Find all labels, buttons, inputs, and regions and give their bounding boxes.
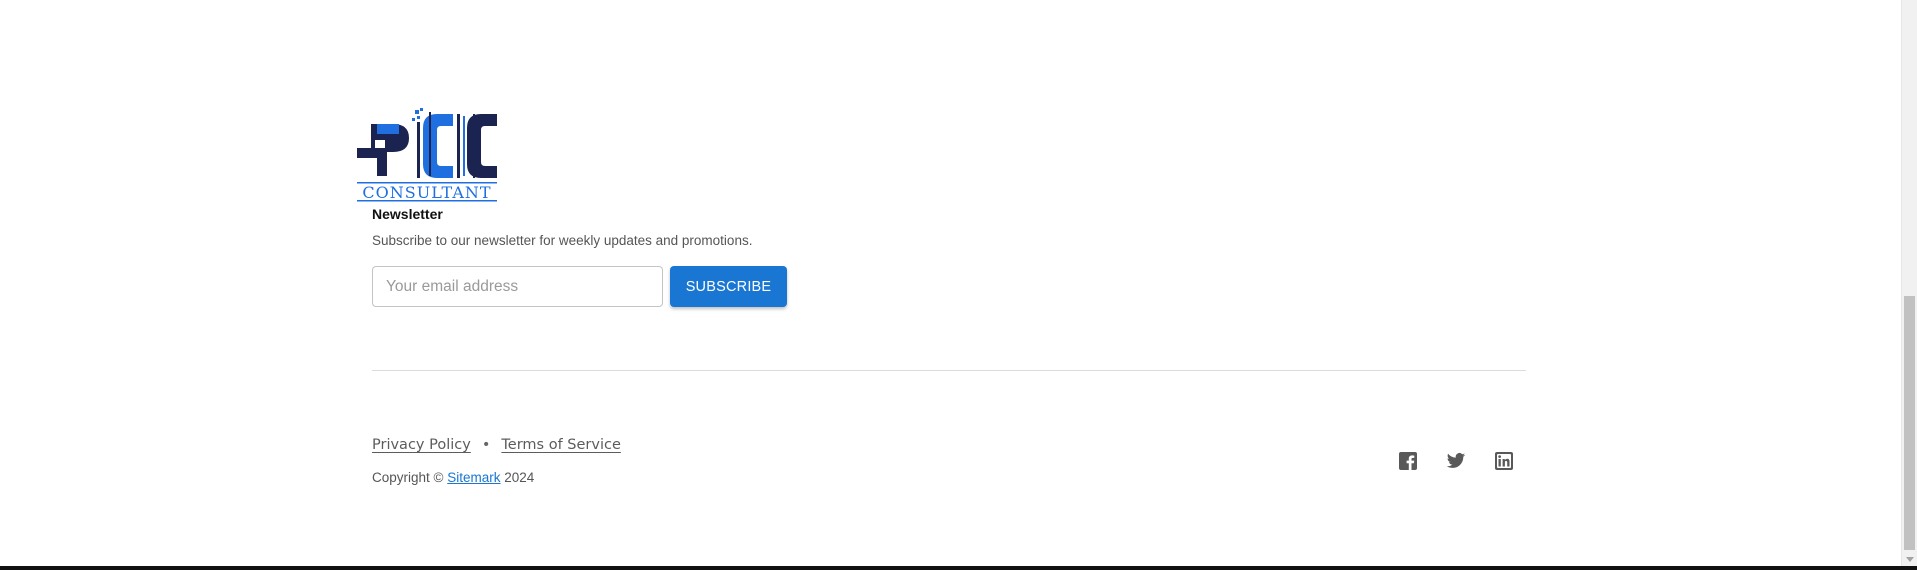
- facebook-icon[interactable]: [1398, 451, 1418, 471]
- footer-links: Privacy Policy • Terms of Service: [372, 437, 621, 453]
- link-separator: •: [481, 437, 491, 453]
- pcc-consultant-logo[interactable]: CONSULTANT: [357, 106, 499, 202]
- twitter-icon[interactable]: [1446, 451, 1466, 471]
- copyright-year: 2024: [504, 470, 535, 485]
- newsletter-description: Subscribe to our newsletter for weekly u…: [372, 233, 753, 248]
- terms-of-service-link[interactable]: Terms of Service: [501, 437, 620, 453]
- window-bottom-border: [0, 566, 1917, 570]
- email-input[interactable]: [372, 266, 663, 307]
- scroll-down-arrow-icon[interactable]: [1906, 557, 1914, 562]
- copyright: Copyright © Sitemark 2024: [372, 470, 534, 485]
- linkedin-icon[interactable]: [1494, 451, 1514, 471]
- footer-divider: [372, 370, 1526, 371]
- privacy-policy-link[interactable]: Privacy Policy: [372, 437, 471, 453]
- logo-text: CONSULTANT: [362, 183, 491, 202]
- page: CONSULTANT Newsletter Subscribe to our n…: [0, 0, 1901, 566]
- subscribe-button[interactable]: SUBSCRIBE: [670, 266, 787, 307]
- vertical-scrollbar[interactable]: [1901, 0, 1917, 566]
- scrollbar-thumb[interactable]: [1904, 296, 1915, 550]
- copyright-prefix: Copyright ©: [372, 470, 444, 485]
- newsletter-heading: Newsletter: [372, 206, 443, 222]
- sitemark-link[interactable]: Sitemark: [447, 470, 500, 485]
